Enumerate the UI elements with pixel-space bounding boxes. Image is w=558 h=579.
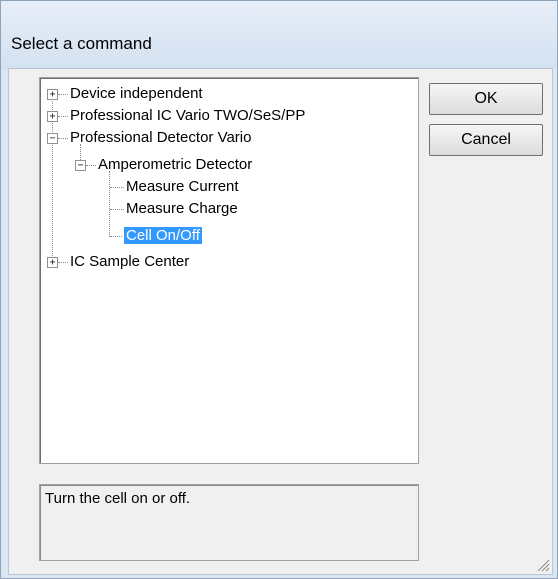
expand-icon[interactable]: + (47, 89, 58, 100)
tree-connector-line (109, 171, 110, 237)
tree-item-device-independent[interactable]: Device independent (70, 83, 203, 105)
tree-item-ic-sample-center[interactable]: IC Sample Center (70, 251, 189, 273)
command-description: Turn the cell on or off. (45, 490, 191, 507)
tree-item-label: Device independent (70, 85, 203, 102)
tree-connector-line (110, 209, 124, 210)
tree-item-professional-detector-vario[interactable]: Professional Detector Vario (70, 127, 251, 149)
tree-item-label: Measure Current (126, 178, 239, 195)
resize-grip-icon[interactable] (534, 556, 550, 572)
collapse-icon[interactable]: − (47, 133, 58, 144)
select-command-dialog: Select a command + Device independent + … (0, 0, 558, 579)
window-title: Select a command (11, 34, 152, 53)
tree-item-label: Professional Detector Vario (70, 129, 252, 146)
dialog-body: + Device independent + Professional IC V… (8, 68, 553, 575)
tree-item-label: IC Sample Center (70, 253, 190, 270)
tree-item-label: Measure Charge (126, 200, 238, 217)
expand-icon[interactable]: + (47, 111, 58, 122)
ok-button[interactable]: OK (429, 83, 543, 115)
title-bar[interactable]: Select a command (1, 1, 557, 69)
tree-item-label: Professional IC Vario TWO/SeS/PP (70, 107, 306, 124)
tree-connector-line (58, 138, 68, 139)
tree-item-measure-current[interactable]: Measure Current (126, 176, 239, 198)
tree-connector-line (86, 165, 96, 166)
tree-connector-line (58, 94, 68, 95)
tree-item-amperometric-detector[interactable]: Amperometric Detector (98, 154, 252, 176)
tree-item-measure-charge[interactable]: Measure Charge (126, 198, 238, 220)
collapse-icon[interactable]: − (75, 160, 86, 171)
tree-connector-line (110, 187, 124, 188)
description-panel: Turn the cell on or off. (39, 484, 419, 561)
command-tree[interactable]: + Device independent + Professional IC V… (39, 77, 419, 464)
expand-icon[interactable]: + (47, 257, 58, 268)
tree-item-professional-ic-vario[interactable]: Professional IC Vario TWO/SeS/PP (70, 105, 305, 127)
tree-connector-line (58, 116, 68, 117)
tree-connector-line (58, 262, 68, 263)
cancel-button[interactable]: Cancel (429, 124, 543, 156)
tree-item-label: Amperometric Detector (98, 156, 253, 173)
tree-connector-line (110, 236, 122, 237)
tree-item-label: Cell On/Off (124, 227, 202, 244)
tree-item-cell-on-off[interactable]: Cell On/Off (124, 225, 202, 247)
